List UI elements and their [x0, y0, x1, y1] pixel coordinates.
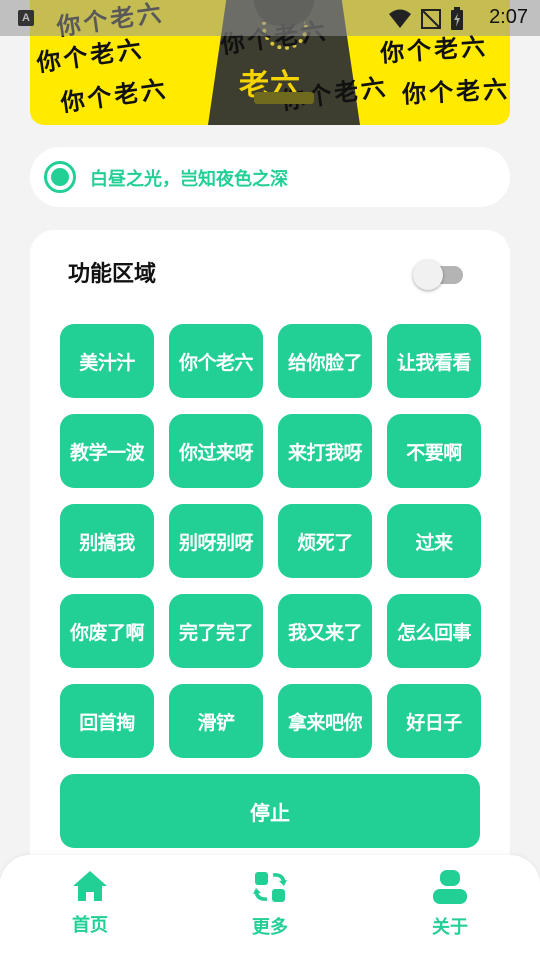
home-icon — [73, 871, 107, 901]
sound-button[interactable]: 拿来吧你 — [278, 684, 372, 758]
sound-button[interactable]: 滑铲 — [169, 684, 263, 758]
banner-shirt-subtext — [254, 92, 314, 104]
nav-label-home: 首页 — [72, 915, 108, 936]
sound-button[interactable]: 好日子 — [387, 684, 481, 758]
sound-button[interactable]: 不要啊 — [387, 414, 481, 488]
notification-icon: A — [18, 10, 34, 26]
sound-button[interactable]: 完了完了 — [169, 594, 263, 668]
toggle-thumb[interactable] — [413, 260, 443, 290]
sound-button[interactable]: 教学一波 — [60, 414, 154, 488]
app-screen: 你个老六 你个老六 你个老六 你个老六 你个老六 你个老六 你个老六 老六 A … — [0, 0, 540, 960]
system-icons — [388, 7, 464, 31]
no-signal-icon — [421, 9, 441, 29]
voice-pack-option[interactable]: 白昼之光，岂知夜色之深 — [30, 147, 510, 207]
wifi-icon — [389, 9, 411, 28]
sound-button[interactable]: 你废了啊 — [60, 594, 154, 668]
function-area-card: 功能区域 美汁汁 你个老六 给你脸了 让我看看 教学一波 你过来呀 来打我呀 不… — [30, 230, 510, 910]
sound-button[interactable]: 你过来呀 — [169, 414, 263, 488]
nav-item-about[interactable]: 关于 — [400, 869, 500, 949]
sound-button[interactable]: 烦死了 — [278, 504, 372, 578]
sound-button[interactable]: 别搞我 — [60, 504, 154, 578]
sound-button[interactable]: 回首掏 — [60, 684, 154, 758]
sound-button[interactable]: 你个老六 — [169, 324, 263, 398]
nav-item-more[interactable]: 更多 — [220, 869, 320, 949]
sound-button[interactable]: 别呀别呀 — [169, 504, 263, 578]
battery-icon — [451, 7, 463, 30]
sound-button[interactable]: 怎么回事 — [387, 594, 481, 668]
sound-button[interactable]: 让我看看 — [387, 324, 481, 398]
nav-item-home[interactable]: 首页 — [40, 869, 140, 949]
sound-button[interactable]: 美汁汁 — [60, 324, 154, 398]
nav-label-more: 更多 — [252, 917, 288, 938]
bottom-navigation: 首页 更多 关于 — [0, 855, 540, 960]
voice-pack-label: 白昼之光，岂知夜色之深 — [90, 169, 288, 190]
sound-button[interactable]: 来打我呀 — [278, 414, 372, 488]
stop-button[interactable]: 停止 — [60, 774, 480, 848]
sound-button[interactable]: 给你脸了 — [278, 324, 372, 398]
switch-icon — [253, 872, 287, 902]
nav-label-about: 关于 — [432, 917, 468, 938]
radio-button[interactable] — [44, 161, 76, 193]
status-time: 2:07 — [489, 6, 528, 28]
person-icon — [433, 870, 467, 904]
sound-button-grid: 美汁汁 你个老六 给你脸了 让我看看 教学一波 你过来呀 来打我呀 不要啊 别搞… — [60, 324, 481, 758]
function-area-title: 功能区域 — [68, 262, 157, 287]
sound-button[interactable]: 我又来了 — [278, 594, 372, 668]
function-toggle[interactable] — [413, 260, 465, 290]
status-bar: A 2:07 — [0, 0, 540, 36]
sound-button[interactable]: 过来 — [387, 504, 481, 578]
